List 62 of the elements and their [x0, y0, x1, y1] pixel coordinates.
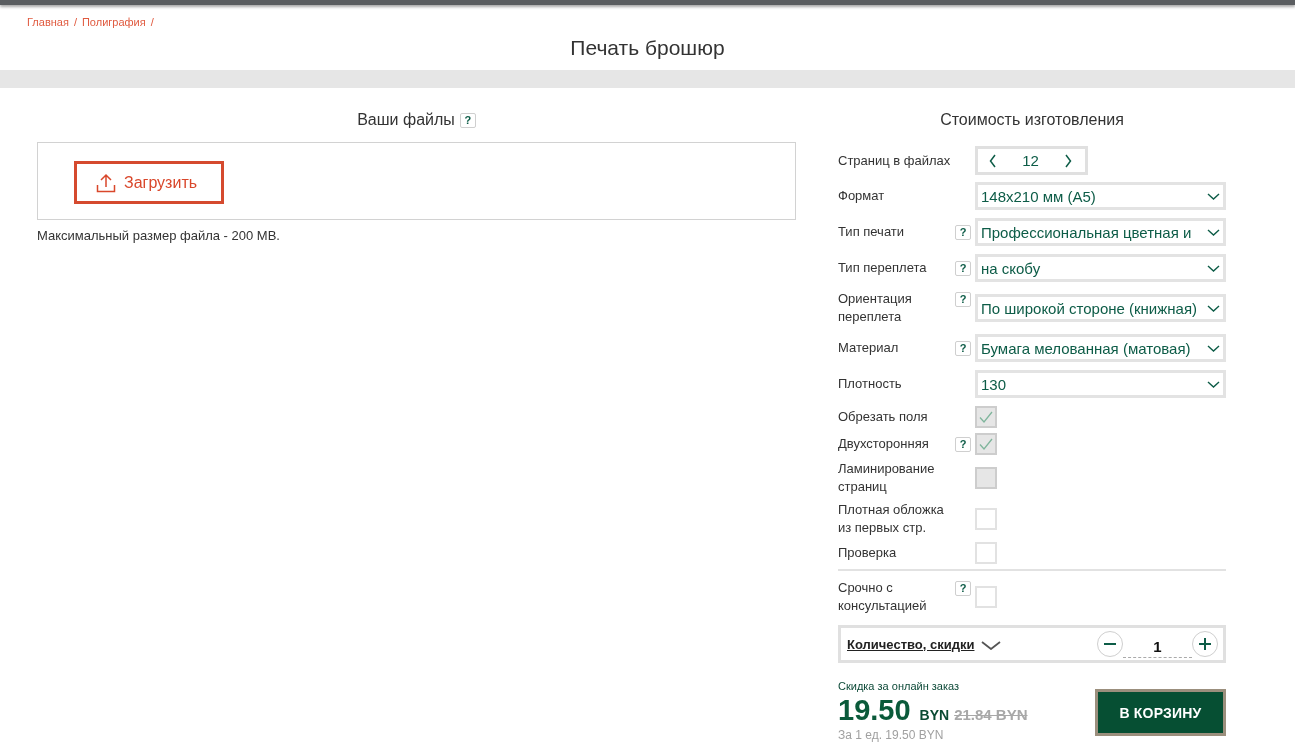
unit-price: За 1 ед. 19.50 BYN — [838, 728, 945, 742]
chevron-down-icon — [1207, 304, 1220, 312]
chevron-down-icon[interactable] — [981, 640, 1002, 650]
page-title: Печать брошюр — [569, 35, 726, 61]
checkmark-icon — [979, 411, 993, 423]
option-label: Ламинирование страниц — [838, 460, 936, 496]
option-label: Двухсторонняя — [838, 435, 930, 453]
help-button[interactable]: ? — [955, 581, 971, 596]
select-field[interactable]: Профессиональная цветная и — [975, 218, 1226, 246]
help-button[interactable]: ? — [955, 261, 971, 276]
plus-icon — [1199, 638, 1211, 650]
price-currency: BYN — [919, 707, 950, 723]
chevron-down-icon — [1207, 344, 1220, 352]
minus-icon — [1104, 643, 1116, 645]
breadcrumb-link[interactable]: Главная — [27, 16, 69, 28]
option-label: Плотная обложка из первых стр. — [838, 501, 945, 537]
select-field[interactable]: 130 — [975, 370, 1226, 398]
price-amount: 19.50 — [838, 695, 911, 725]
chevron-down-icon — [1207, 264, 1220, 272]
breadcrumb-separator: / — [73, 16, 77, 28]
checkbox[interactable] — [975, 586, 997, 608]
chevron-down-icon — [1207, 228, 1220, 236]
discount-note: Скидка за онлайн заказ — [838, 680, 961, 693]
increase-button[interactable] — [1192, 631, 1218, 657]
help-button[interactable]: ? — [955, 225, 971, 240]
breadcrumb-separator: / — [150, 16, 154, 28]
option-label: Плотность — [838, 375, 903, 393]
checkmark-icon — [979, 438, 993, 450]
option-label: Тип печати — [838, 223, 906, 241]
old-price: 21.84 BYN — [954, 706, 1028, 723]
quantity-field[interactable]: 1 — [1123, 636, 1192, 658]
help-button[interactable]: ? — [955, 341, 971, 356]
select-field[interactable]: на скобу — [975, 254, 1226, 282]
page-count: 12 — [1022, 152, 1039, 169]
chevron-left-icon[interactable] — [989, 153, 996, 168]
option-label: Формат — [838, 187, 886, 205]
option-label: Страниц в файлах — [838, 151, 952, 170]
select-field[interactable]: 148x210 мм (A5) — [975, 182, 1226, 210]
add-to-cart-button[interactable]: В КОРЗИНУ — [1095, 689, 1226, 736]
decrease-button[interactable] — [1097, 631, 1123, 657]
upload-button[interactable]: Загрузить — [74, 161, 224, 204]
section-heading: Ваши файлы — [357, 110, 455, 130]
help-button[interactable]: ? — [955, 292, 971, 307]
chevron-down-icon — [1207, 192, 1220, 200]
option-label: Тип переплета — [838, 259, 928, 277]
checkbox[interactable] — [975, 508, 997, 530]
option-label: Проверка — [838, 544, 898, 562]
file-size-note: Максимальный размер файла - 200 MB. — [37, 228, 281, 244]
checkbox[interactable] — [975, 542, 997, 564]
select-field[interactable]: Бумага мелованная (матовая) — [975, 334, 1226, 362]
breadcrumb-link[interactable]: Полиграфия — [81, 16, 146, 28]
option-label: Обрезать поля — [838, 408, 929, 426]
chevron-down-icon — [1207, 380, 1220, 388]
section-heading: Стоимость изготовления — [939, 110, 1125, 130]
option-label: Ориентация переплета — [838, 290, 913, 326]
chevron-right-icon[interactable] — [1065, 153, 1072, 168]
quantity-discounts-link[interactable]: Количество, скидки — [847, 636, 975, 652]
select-field[interactable]: По широкой стороне (книжная) — [975, 294, 1226, 322]
option-label: Материал — [838, 339, 900, 357]
upload-icon — [96, 172, 116, 193]
help-button[interactable]: ? — [459, 112, 476, 128]
option-label: Срочно с консультацией — [838, 579, 928, 615]
